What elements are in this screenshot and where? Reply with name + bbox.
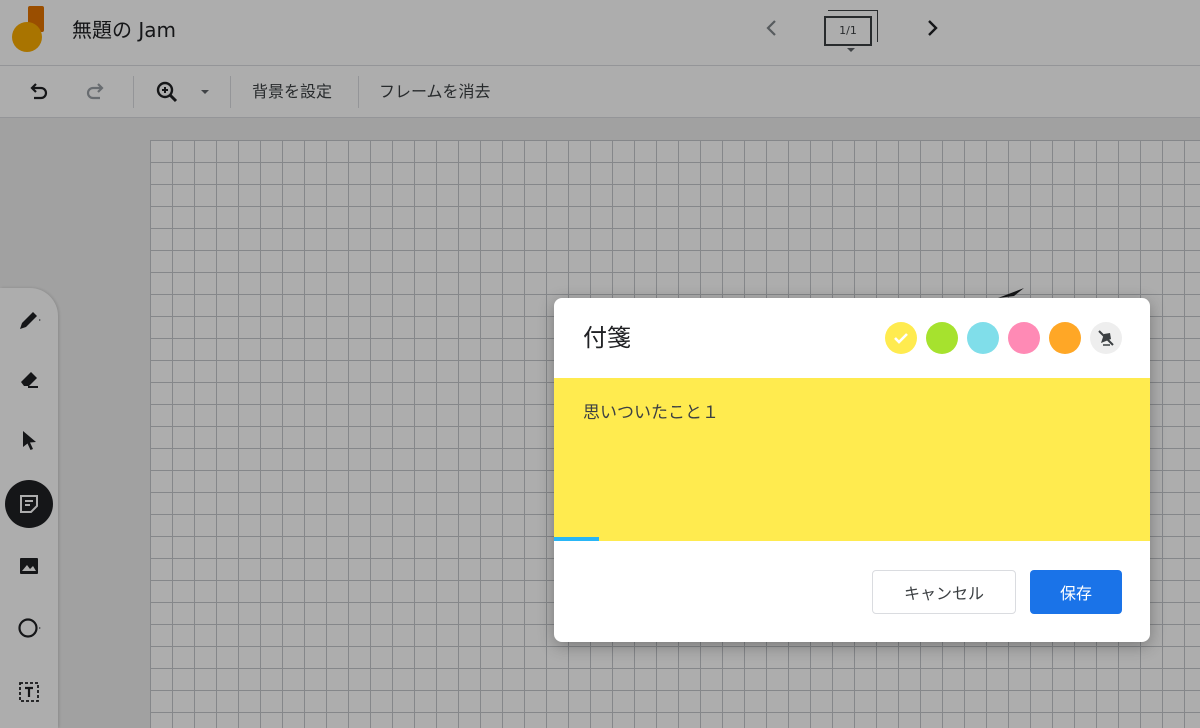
note-text[interactable]: 思いついたこと１ bbox=[583, 400, 719, 426]
sticky-note-dialog: 付箋 思いついたこと１ キャンセル 保存 bbox=[554, 298, 1150, 642]
color-swatch-cyan[interactable] bbox=[967, 322, 999, 354]
note-length-indicator bbox=[554, 537, 599, 541]
dialog-title: 付箋 bbox=[583, 324, 631, 352]
no-color-icon bbox=[1098, 330, 1114, 346]
color-swatch-orange[interactable] bbox=[1049, 322, 1081, 354]
color-swatch-none[interactable] bbox=[1090, 322, 1122, 354]
save-button[interactable]: 保存 bbox=[1030, 570, 1122, 614]
color-swatch-yellow[interactable] bbox=[885, 322, 917, 354]
note-text-area[interactable]: 思いついたこと１ bbox=[554, 378, 1150, 541]
cancel-button[interactable]: キャンセル bbox=[872, 570, 1016, 614]
color-swatch-green[interactable] bbox=[926, 322, 958, 354]
check-icon bbox=[894, 333, 908, 344]
color-swatch-pink[interactable] bbox=[1008, 322, 1040, 354]
